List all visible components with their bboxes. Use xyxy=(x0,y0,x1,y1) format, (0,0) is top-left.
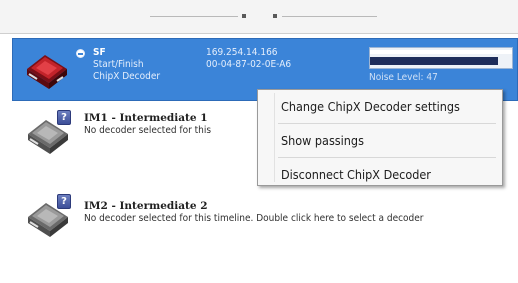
splitter-grip[interactable] xyxy=(240,12,280,21)
menu-item-disconnect[interactable]: Disconnect ChipX Decoder xyxy=(260,160,500,189)
grip-dot xyxy=(273,14,277,18)
signal-meter xyxy=(369,47,513,69)
timeline-title: IM1 - Intermediate 1 xyxy=(84,112,208,124)
splitter-line-left xyxy=(150,16,238,17)
signal-meter-track xyxy=(370,50,512,54)
menu-separator xyxy=(278,157,496,158)
decoder-type: ChipX Decoder xyxy=(93,71,161,82)
splitter-line-right xyxy=(282,16,377,17)
context-menu: Change ChipX Decoder settings Show passi… xyxy=(257,89,503,186)
decoder-connected-icon xyxy=(27,55,67,89)
timeline-title: IM2 - Intermediate 2 xyxy=(84,200,208,212)
decoder-row-im2[interactable]: ? IM2 - Intermediate 2 No decoder select… xyxy=(12,191,518,251)
menu-item-change-settings[interactable]: Change ChipX Decoder settings xyxy=(260,92,500,121)
timeline-description: No decoder selected for this timeline. D… xyxy=(84,213,424,224)
noise-level: Noise Level: 47 xyxy=(369,72,438,83)
menu-separator xyxy=(278,123,496,124)
question-mark-icon: ? xyxy=(57,194,71,209)
timeline-description: No decoder selected for this xyxy=(84,125,212,136)
decoder-mac: 00-04-87-02-0E-A6 xyxy=(206,59,292,70)
splitter-bar[interactable] xyxy=(0,0,518,34)
grip-dot xyxy=(242,14,246,18)
menu-item-show-passings[interactable]: Show passings xyxy=(260,126,500,155)
collapse-toggle-icon[interactable] xyxy=(76,49,85,58)
question-mark-icon: ? xyxy=(57,110,71,125)
signal-meter-fill xyxy=(370,57,498,65)
